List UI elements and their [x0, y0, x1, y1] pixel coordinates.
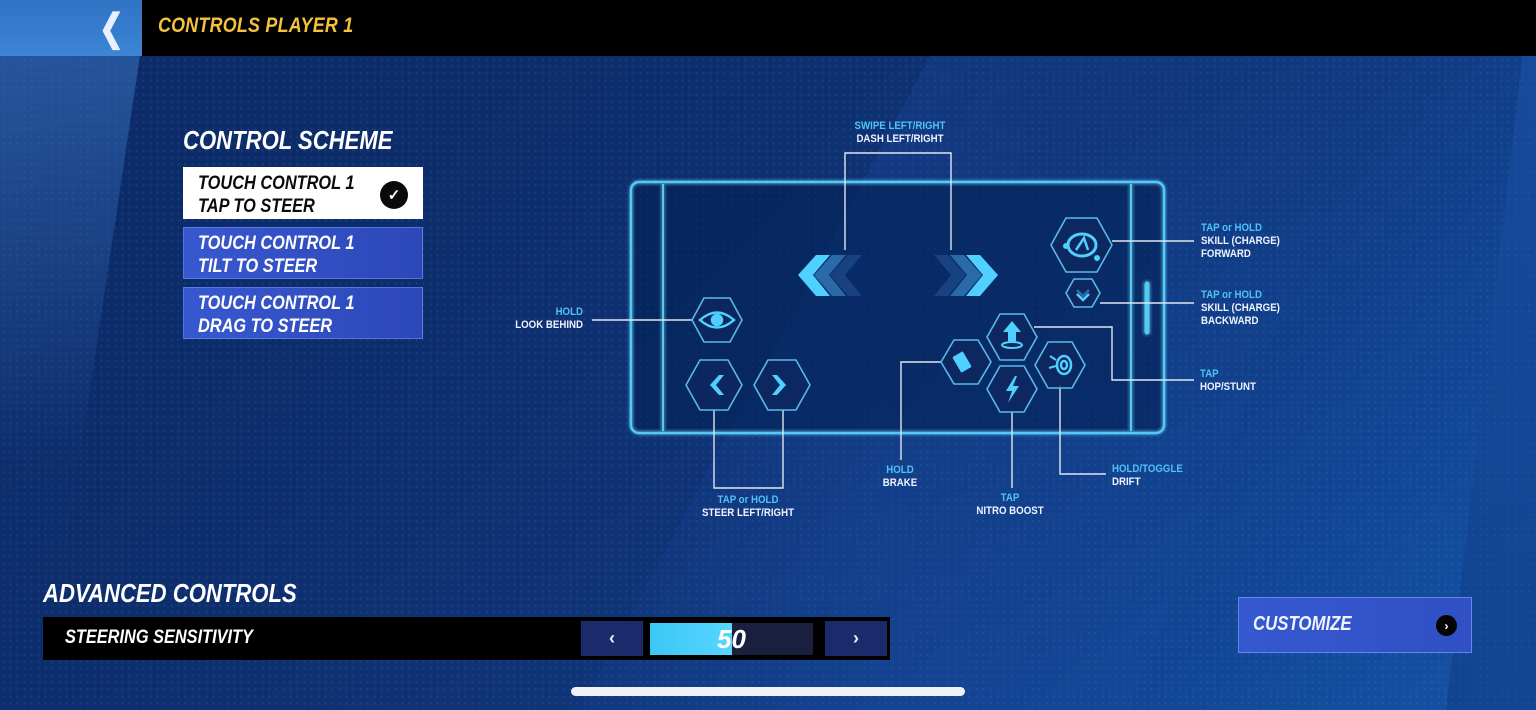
- steering-sensitivity-label: STEERING SENSITIVITY: [65, 627, 253, 648]
- hop-label: TAP HOP/STUNT: [1200, 368, 1256, 393]
- home-indicator[interactable]: [571, 687, 965, 696]
- sensitivity-slider[interactable]: 50: [650, 623, 813, 655]
- increase-button[interactable]: ›: [825, 621, 887, 656]
- steering-sensitivity-row: STEERING SENSITIVITY ‹ 50 ›: [43, 617, 890, 660]
- dash-label: SWIPE LEFT/RIGHT DASH LEFT/RIGHT: [854, 120, 946, 145]
- skill-backward-label: TAP or HOLD SKILL (CHARGE) BACKWARD: [1201, 289, 1280, 327]
- look-behind-label: HOLD LOOK BEHIND: [515, 306, 583, 331]
- customize-button[interactable]: CUSTOMIZE ›: [1238, 597, 1472, 653]
- steer-label: TAP or HOLD STEER LEFT/RIGHT: [702, 494, 794, 519]
- drift-label: HOLD/TOGGLE DRIFT: [1112, 463, 1183, 488]
- skill-forward-label: TAP or HOLD SKILL (CHARGE) FORWARD: [1201, 222, 1280, 260]
- chevron-left-icon: ‹: [609, 628, 615, 648]
- advanced-controls-title: ADVANCED CONTROLS: [43, 578, 297, 608]
- brake-label: HOLD BRAKE: [882, 464, 918, 489]
- chevron-right-icon: ›: [853, 628, 859, 648]
- skill-backward-hex: [1065, 278, 1101, 308]
- decrease-button[interactable]: ‹: [581, 621, 643, 656]
- sensitivity-value: 50: [717, 624, 746, 654]
- customize-label: CUSTOMIZE: [1253, 613, 1352, 635]
- chevron-right-icon: ›: [1436, 615, 1457, 636]
- nitro-label: TAP NITRO BOOST: [976, 492, 1044, 517]
